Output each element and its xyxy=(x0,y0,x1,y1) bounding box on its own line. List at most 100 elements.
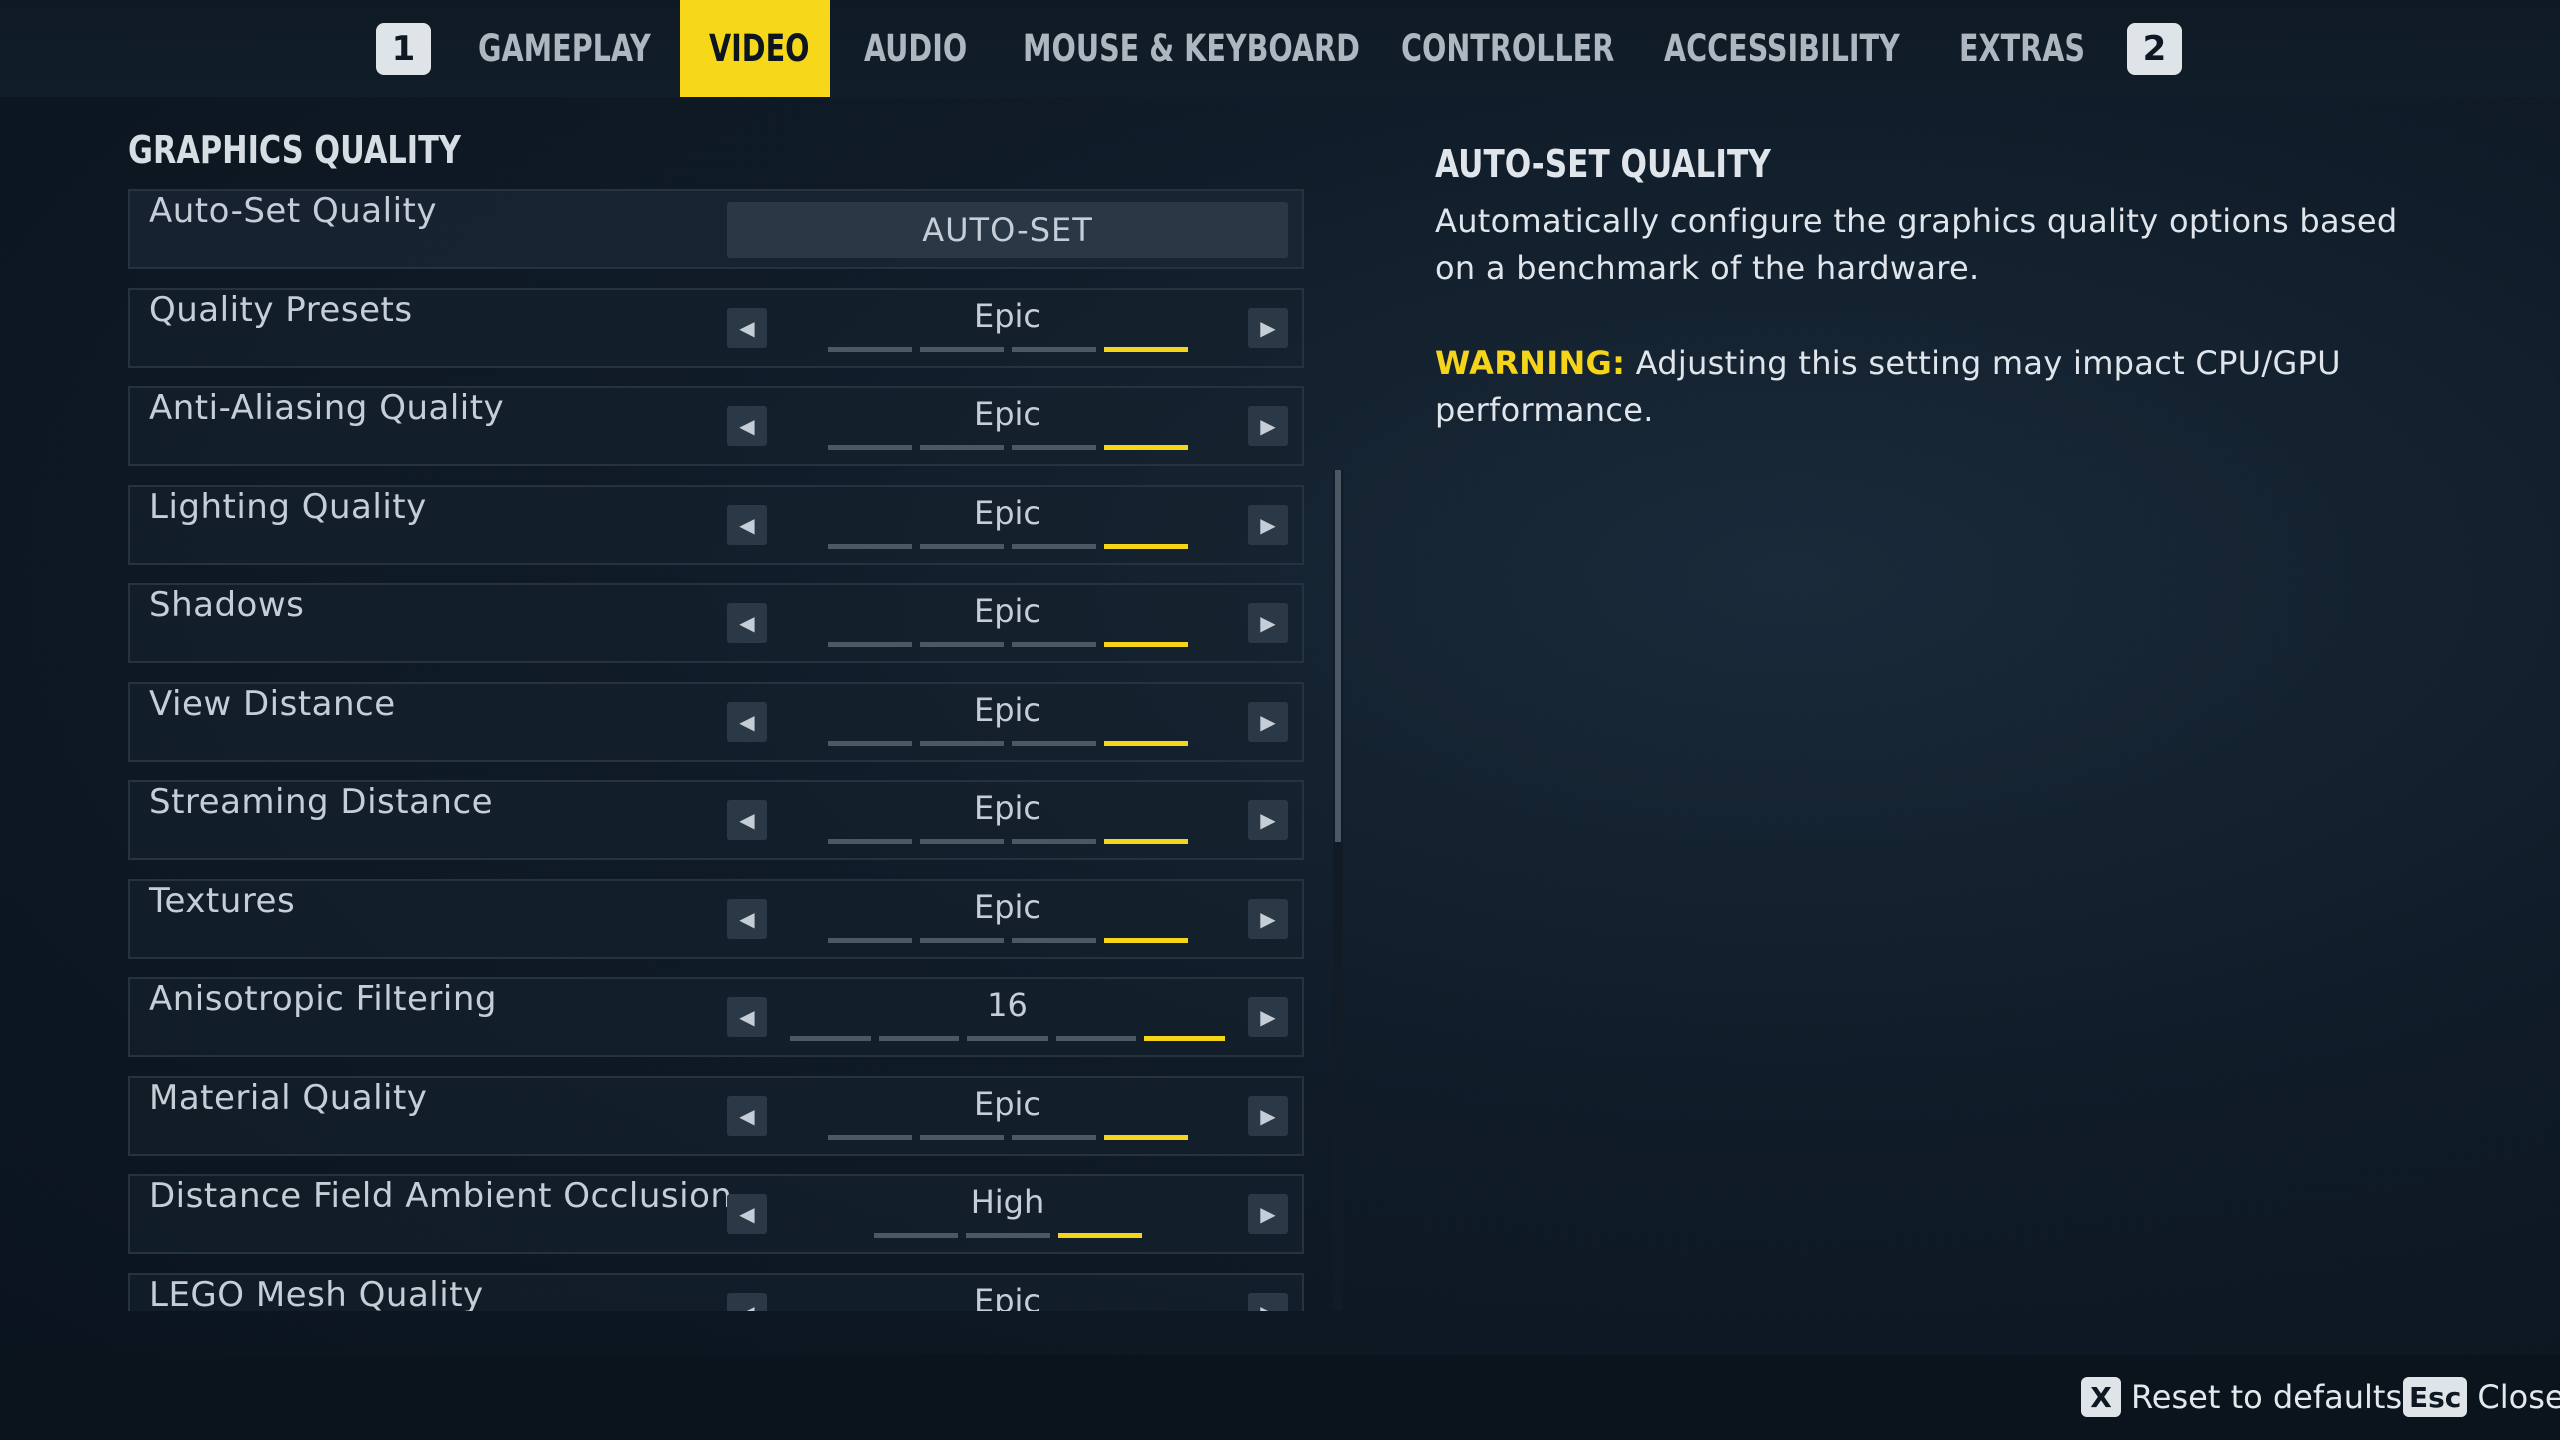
arrow-right-icon[interactable]: ▶ xyxy=(1248,702,1288,742)
warning-label: WARNING: xyxy=(1435,344,1626,382)
auto-set-button[interactable]: AUTO-SET xyxy=(727,202,1288,258)
level-segment xyxy=(1011,1135,1096,1140)
tab-video[interactable]: VIDEO xyxy=(709,0,809,97)
level-segment xyxy=(1103,642,1188,647)
level-segment xyxy=(919,839,1004,844)
setting-row[interactable]: Shadows ◀ Epic ▶ xyxy=(128,583,1304,663)
close-button[interactable]: Esc Close xyxy=(2403,1377,2560,1417)
level-segment xyxy=(1103,741,1188,746)
level-indicator xyxy=(790,445,1225,451)
setting-value: Epic xyxy=(973,789,1041,827)
close-label: Close xyxy=(2477,1378,2560,1416)
setting-value: 16 xyxy=(987,986,1028,1024)
arrow-right-icon[interactable]: ▶ xyxy=(1248,308,1288,348)
settings-list: Auto-Set Quality AUTO-SET Quality Preset… xyxy=(128,189,1308,1311)
arrow-right-icon[interactable]: ▶ xyxy=(1248,997,1288,1037)
arrow-right-icon[interactable]: ▶ xyxy=(1248,505,1288,545)
level-segment xyxy=(873,1233,958,1238)
setting-label: Distance Field Ambient Occlusion xyxy=(149,1176,733,1216)
tab-controller[interactable]: CONTROLLER xyxy=(1401,0,1614,97)
level-segment xyxy=(919,741,1004,746)
level-indicator xyxy=(790,741,1225,747)
level-indicator xyxy=(790,544,1225,550)
arrow-left-icon[interactable]: ◀ xyxy=(727,997,767,1037)
level-segment xyxy=(1103,445,1188,450)
level-indicator xyxy=(790,347,1225,353)
arrow-left-icon[interactable]: ◀ xyxy=(727,1096,767,1136)
setting-value: Epic xyxy=(973,592,1041,630)
arrow-right-icon[interactable]: ▶ xyxy=(1248,603,1288,643)
setting-value: Epic xyxy=(973,1282,1041,1311)
arrow-right-icon[interactable]: ▶ xyxy=(1248,1293,1288,1311)
tab-audio[interactable]: AUDIO xyxy=(864,0,967,97)
level-indicator xyxy=(790,938,1225,944)
scrollbar-thumb[interactable] xyxy=(1335,470,1341,842)
level-indicator xyxy=(790,1135,1225,1141)
setting-row[interactable]: Textures ◀ Epic ▶ xyxy=(128,879,1304,959)
reset-defaults-button[interactable]: X Reset to defaults xyxy=(2081,1377,2402,1417)
tab-mouse-keyboard[interactable]: MOUSE & KEYBOARD xyxy=(1023,0,1360,97)
arrow-left-icon[interactable]: ◀ xyxy=(727,800,767,840)
setting-row-auto-set-quality[interactable]: Auto-Set Quality AUTO-SET xyxy=(128,189,1304,269)
arrow-right-icon[interactable]: ▶ xyxy=(1248,1194,1288,1234)
level-segment xyxy=(1011,347,1096,352)
level-segment xyxy=(1103,938,1188,943)
level-segment xyxy=(919,445,1004,450)
setting-label: Anti-Aliasing Quality xyxy=(149,388,505,428)
level-indicator xyxy=(790,839,1225,845)
arrow-left-icon[interactable]: ◀ xyxy=(727,899,767,939)
setting-row[interactable]: Anisotropic Filtering ◀ 16 ▶ xyxy=(128,977,1304,1057)
level-segment xyxy=(919,544,1004,549)
right-bumper-hint[interactable]: 2 xyxy=(2127,23,2182,75)
level-segment xyxy=(1103,839,1188,844)
level-segment xyxy=(878,1036,960,1041)
arrow-right-icon[interactable]: ▶ xyxy=(1248,899,1288,939)
level-segment xyxy=(790,1036,871,1041)
setting-row[interactable]: Anti-Aliasing Quality ◀ Epic ▶ xyxy=(128,386,1304,466)
level-segment xyxy=(919,938,1004,943)
arrow-left-icon[interactable]: ◀ xyxy=(727,702,767,742)
setting-row[interactable]: Quality Presets ◀ Epic ▶ xyxy=(128,288,1304,368)
arrow-left-icon[interactable]: ◀ xyxy=(727,406,767,446)
level-segment xyxy=(1103,544,1188,549)
level-segment xyxy=(827,741,912,746)
setting-row[interactable]: LEGO Mesh Quality ◀ Epic ▶ xyxy=(128,1273,1304,1311)
level-segment xyxy=(919,1135,1004,1140)
reset-defaults-label: Reset to defaults xyxy=(2131,1378,2403,1416)
setting-row[interactable]: Streaming Distance ◀ Epic ▶ xyxy=(128,780,1304,860)
level-segment xyxy=(919,347,1004,352)
level-segment xyxy=(827,839,912,844)
setting-value: Epic xyxy=(973,888,1041,926)
setting-label: Textures xyxy=(149,881,296,921)
arrow-right-icon[interactable]: ▶ xyxy=(1248,1096,1288,1136)
level-indicator xyxy=(790,1233,1225,1239)
tab-extras[interactable]: EXTRAS xyxy=(1959,0,2085,97)
arrow-left-icon[interactable]: ◀ xyxy=(727,603,767,643)
arrow-left-icon[interactable]: ◀ xyxy=(727,1293,767,1311)
setting-row[interactable]: Distance Field Ambient Occlusion ◀ High ▶ xyxy=(128,1174,1304,1254)
setting-row[interactable]: Lighting Quality ◀ Epic ▶ xyxy=(128,485,1304,565)
setting-label: Streaming Distance xyxy=(149,782,494,822)
description-body: Automatically configure the graphics qua… xyxy=(1435,202,2398,287)
setting-row[interactable]: Material Quality ◀ Epic ▶ xyxy=(128,1076,1304,1156)
setting-row[interactable]: View Distance ◀ Epic ▶ xyxy=(128,682,1304,762)
level-segment xyxy=(1103,347,1188,352)
arrow-right-icon[interactable]: ▶ xyxy=(1248,800,1288,840)
arrow-left-icon[interactable]: ◀ xyxy=(727,308,767,348)
level-segment xyxy=(1144,1036,1225,1041)
arrow-right-icon[interactable]: ▶ xyxy=(1248,406,1288,446)
left-bumper-hint[interactable]: 1 xyxy=(376,23,431,75)
setting-value: Epic xyxy=(973,395,1041,433)
arrow-left-icon[interactable]: ◀ xyxy=(727,1194,767,1234)
setting-label: Quality Presets xyxy=(149,290,413,330)
level-segment xyxy=(1103,1135,1188,1140)
level-segment xyxy=(827,938,912,943)
level-segment xyxy=(1011,445,1096,450)
level-segment xyxy=(1011,642,1096,647)
level-segment xyxy=(1011,839,1096,844)
level-segment xyxy=(827,347,912,352)
setting-label: View Distance xyxy=(149,684,396,724)
arrow-left-icon[interactable]: ◀ xyxy=(727,505,767,545)
tab-gameplay[interactable]: GAMEPLAY xyxy=(478,0,651,97)
tab-accessibility[interactable]: ACCESSIBILITY xyxy=(1664,0,1900,97)
